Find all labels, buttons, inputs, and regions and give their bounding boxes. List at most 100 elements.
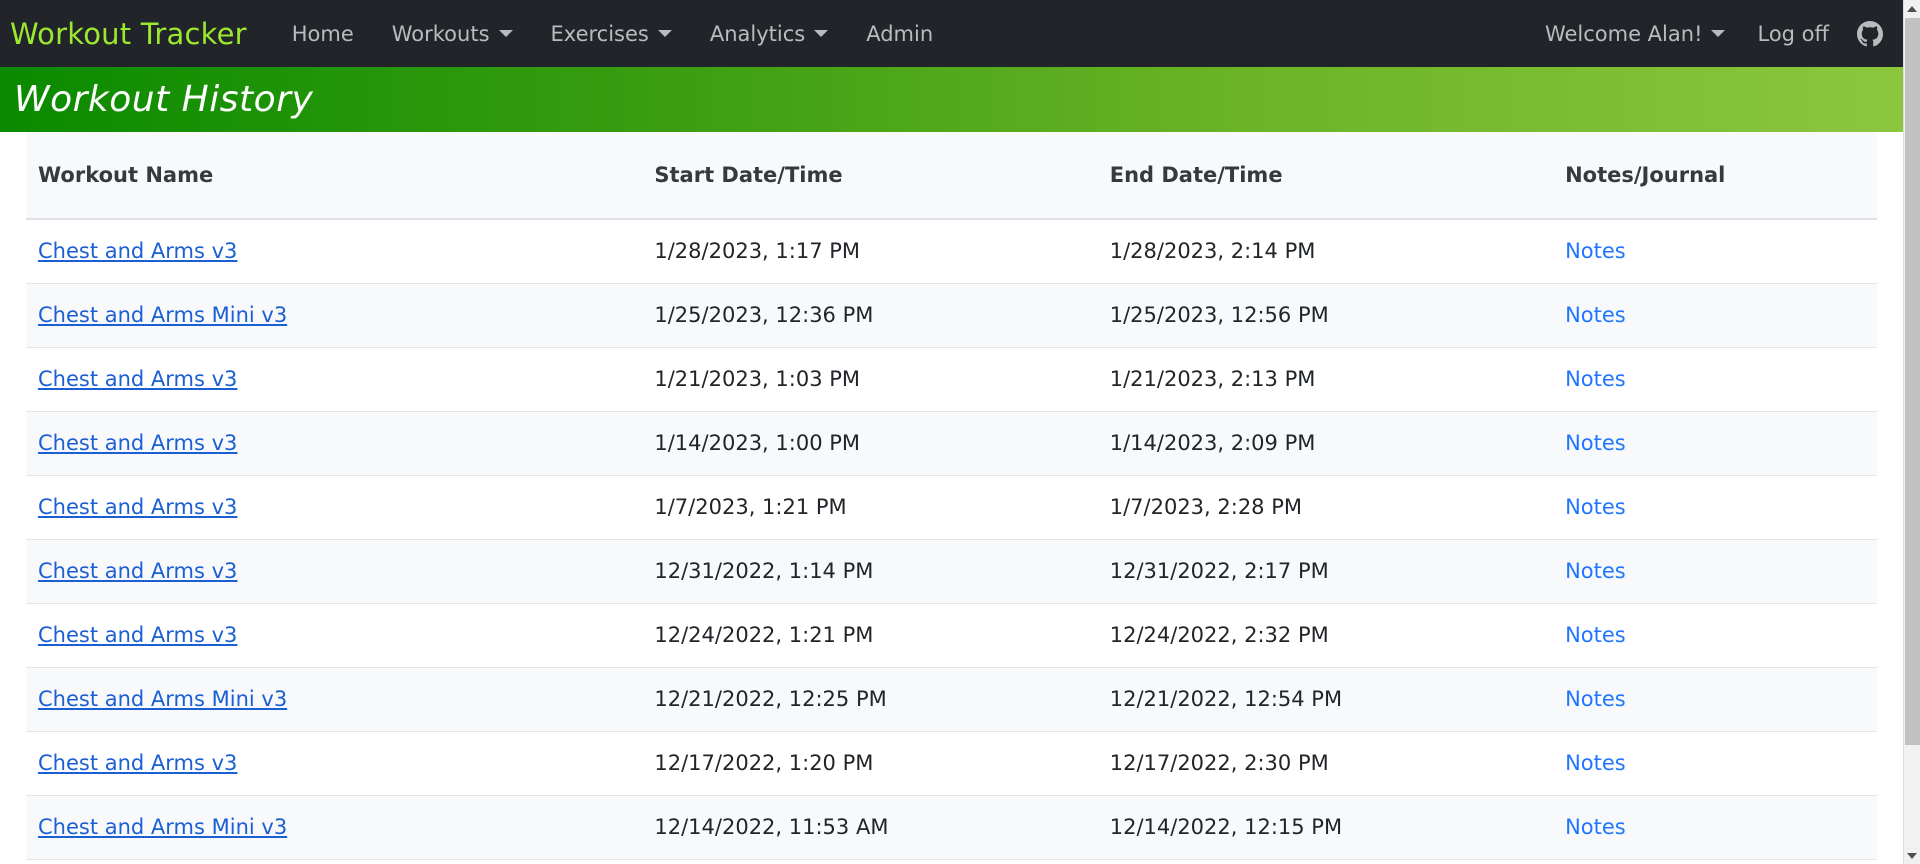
table-header-row: Workout Name Start Date/Time End Date/Time… bbox=[26, 132, 1877, 220]
scroll-up-arrow-icon bbox=[1907, 5, 1917, 12]
workout-history-table-container: Workout Name Start Date/Time End Date/Time… bbox=[0, 132, 1903, 864]
chevron-down-icon bbox=[657, 30, 672, 37]
nav-item-exercises[interactable]: Exercises bbox=[532, 22, 691, 46]
welcome-user-dropdown[interactable]: Welcome Alan! bbox=[1529, 22, 1742, 46]
page-header-banner: Workout History bbox=[0, 67, 1903, 132]
cell-end-datetime: 12/31/2022, 2:17 PM bbox=[1097, 539, 1554, 604]
notes-link[interactable]: Notes bbox=[1565, 623, 1626, 647]
cell-workout-name: Chest and Arms Mini v3 bbox=[26, 667, 643, 732]
table-row: Chest and Arms v3 12/24/2022, 1:21 PM 12/2… bbox=[26, 603, 1877, 668]
notes-link[interactable]: Notes bbox=[1565, 431, 1626, 455]
table-row: Chest and Arms Mini v3 1/25/2023, 12:36 P… bbox=[26, 283, 1877, 348]
cell-workout-name: Chest and Arms v3 bbox=[26, 219, 643, 284]
cell-start-datetime: 12/21/2022, 12:25 PM bbox=[642, 667, 1098, 732]
nav-item-home[interactable]: Home bbox=[273, 22, 373, 46]
cell-notes: Notes bbox=[1553, 347, 1877, 412]
navbar-right: Welcome Alan! Log off bbox=[1529, 19, 1903, 49]
column-header-notes-journal: Notes/Journal bbox=[1553, 132, 1877, 220]
workout-name-link[interactable]: Chest and Arms v3 bbox=[38, 623, 237, 647]
cell-start-datetime: 1/7/2023, 1:21 PM bbox=[642, 475, 1098, 540]
workout-name-link[interactable]: Chest and Arms v3 bbox=[38, 239, 237, 263]
scroll-down-arrow-icon bbox=[1907, 852, 1917, 859]
brand-link[interactable]: Workout Tracker bbox=[10, 17, 273, 51]
cell-notes: Notes bbox=[1553, 475, 1877, 540]
table-row: Chest and Arms v3 1/21/2023, 1:03 PM 1/21/… bbox=[26, 347, 1877, 412]
cell-end-datetime: 12/24/2022, 2:32 PM bbox=[1097, 603, 1554, 668]
cell-workout-name: Chest and Arms Mini v3 bbox=[26, 795, 643, 860]
cell-workout-name: Chest and Arms v3 bbox=[26, 539, 643, 604]
column-header-end-date-time: End Date/Time bbox=[1097, 132, 1554, 220]
cell-notes: Notes bbox=[1553, 731, 1877, 796]
cell-end-datetime: 12/14/2022, 12:15 PM bbox=[1097, 795, 1554, 860]
workout-name-link[interactable]: Chest and Arms v3 bbox=[38, 367, 237, 391]
cell-start-datetime: 1/14/2023, 1:00 PM bbox=[642, 411, 1098, 476]
workout-name-link[interactable]: Chest and Arms Mini v3 bbox=[38, 687, 287, 711]
notes-link[interactable]: Notes bbox=[1565, 303, 1626, 327]
nav-item-label: Admin bbox=[866, 21, 934, 46]
welcome-user-label: Welcome Alan! bbox=[1544, 21, 1703, 46]
nav-item-label: Exercises bbox=[550, 21, 649, 46]
scroll-down-button[interactable] bbox=[1904, 847, 1920, 864]
cell-start-datetime: 1/21/2023, 1:03 PM bbox=[642, 347, 1098, 412]
cell-notes: Notes bbox=[1553, 219, 1877, 284]
nav-item-label: Workouts bbox=[391, 21, 490, 46]
cell-start-datetime: 1/28/2023, 1:17 PM bbox=[642, 219, 1098, 284]
cell-workout-name: Chest and Arms v3 bbox=[26, 603, 643, 668]
cell-end-datetime: 1/28/2023, 2:14 PM bbox=[1097, 219, 1554, 284]
workout-name-link[interactable]: Chest and Arms v3 bbox=[38, 751, 237, 775]
main-nav: Home Workouts Exercises Analytics Admin bbox=[273, 22, 952, 46]
cell-notes: Notes bbox=[1553, 795, 1877, 860]
cell-end-datetime: 12/21/2022, 12:54 PM bbox=[1097, 667, 1554, 732]
table-row: Chest and Arms v3 1/14/2023, 1:00 PM 1/14/… bbox=[26, 411, 1877, 476]
chevron-down-icon bbox=[1711, 30, 1726, 37]
notes-link[interactable]: Notes bbox=[1565, 751, 1626, 775]
nav-item-workouts[interactable]: Workouts bbox=[373, 22, 532, 46]
table-row: Chest and Arms Mini v3 12/14/2022, 11:53 … bbox=[26, 795, 1877, 860]
scrollbar-thumb[interactable] bbox=[1905, 18, 1920, 745]
scroll-up-button[interactable] bbox=[1904, 0, 1920, 17]
column-header-start-date-time: Start Date/Time bbox=[642, 132, 1098, 220]
workout-history-table: Workout Name Start Date/Time End Date/Time… bbox=[26, 132, 1877, 860]
cell-workout-name: Chest and Arms v3 bbox=[26, 475, 643, 540]
cell-workout-name: Chest and Arms v3 bbox=[26, 347, 643, 412]
workout-name-link[interactable]: Chest and Arms v3 bbox=[38, 495, 237, 519]
cell-end-datetime: 1/21/2023, 2:13 PM bbox=[1097, 347, 1554, 412]
notes-link[interactable]: Notes bbox=[1565, 815, 1626, 839]
notes-link[interactable]: Notes bbox=[1565, 559, 1626, 583]
chevron-down-icon bbox=[814, 30, 829, 37]
nav-item-label: Analytics bbox=[709, 21, 806, 46]
table-body: Chest and Arms v3 1/28/2023, 1:17 PM 1/28/… bbox=[26, 219, 1877, 860]
cell-start-datetime: 12/14/2022, 11:53 AM bbox=[642, 795, 1098, 860]
notes-link[interactable]: Notes bbox=[1565, 687, 1626, 711]
workout-name-link[interactable]: Chest and Arms v3 bbox=[38, 431, 237, 455]
cell-workout-name: Chest and Arms v3 bbox=[26, 411, 643, 476]
table-row: Chest and Arms Mini v3 12/21/2022, 12:25 … bbox=[26, 667, 1877, 732]
nav-item-analytics[interactable]: Analytics bbox=[691, 22, 847, 46]
page-root: Workout Tracker Home Workouts Exercises Ana… bbox=[0, 0, 1920, 864]
vertical-scrollbar[interactable] bbox=[1903, 0, 1920, 864]
cell-start-datetime: 12/24/2022, 1:21 PM bbox=[642, 603, 1098, 668]
table-row: Chest and Arms v3 1/7/2023, 1:21 PM 1/7/20… bbox=[26, 475, 1877, 540]
github-icon[interactable] bbox=[1855, 19, 1885, 49]
workout-name-link[interactable]: Chest and Arms v3 bbox=[38, 559, 237, 583]
cell-notes: Notes bbox=[1553, 411, 1877, 476]
cell-end-datetime: 12/17/2022, 2:30 PM bbox=[1097, 731, 1554, 796]
notes-link[interactable]: Notes bbox=[1565, 239, 1626, 263]
cell-end-datetime: 1/7/2023, 2:28 PM bbox=[1097, 475, 1554, 540]
cell-notes: Notes bbox=[1553, 603, 1877, 668]
workout-name-link[interactable]: Chest and Arms Mini v3 bbox=[38, 815, 287, 839]
notes-link[interactable]: Notes bbox=[1565, 495, 1626, 519]
cell-workout-name: Chest and Arms Mini v3 bbox=[26, 283, 643, 348]
nav-item-admin[interactable]: Admin bbox=[847, 22, 952, 46]
cell-start-datetime: 12/17/2022, 1:20 PM bbox=[642, 731, 1098, 796]
logoff-link[interactable]: Log off bbox=[1741, 22, 1845, 46]
table-row: Chest and Arms v3 12/31/2022, 1:14 PM 12/3… bbox=[26, 539, 1877, 604]
notes-link[interactable]: Notes bbox=[1565, 367, 1626, 391]
workout-name-link[interactable]: Chest and Arms Mini v3 bbox=[38, 303, 287, 327]
cell-end-datetime: 1/14/2023, 2:09 PM bbox=[1097, 411, 1554, 476]
cell-workout-name: Chest and Arms v3 bbox=[26, 731, 643, 796]
cell-end-datetime: 1/25/2023, 12:56 PM bbox=[1097, 283, 1554, 348]
top-navbar: Workout Tracker Home Workouts Exercises Ana… bbox=[0, 0, 1903, 67]
table-head: Workout Name Start Date/Time End Date/Time… bbox=[26, 132, 1877, 220]
nav-item-label: Home bbox=[291, 21, 354, 46]
